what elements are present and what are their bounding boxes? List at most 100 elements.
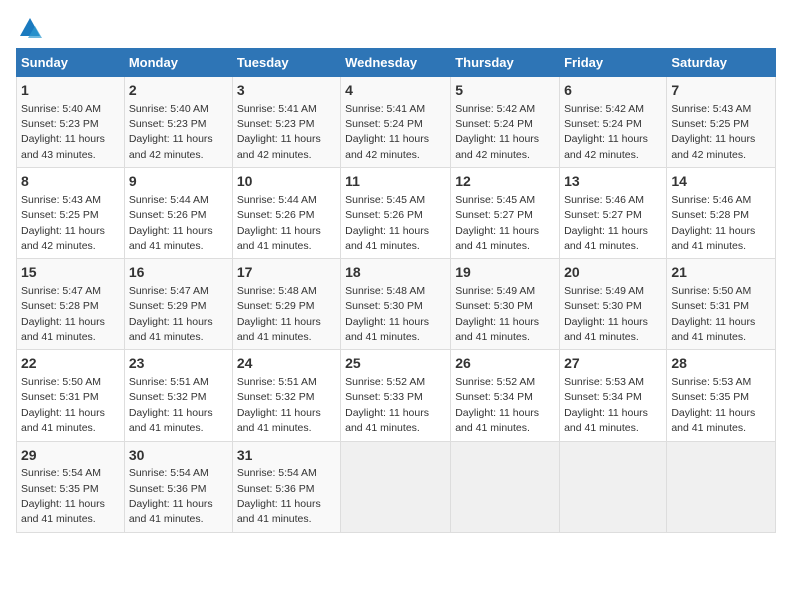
calendar-cell: 5Sunrise: 5:42 AM Sunset: 5:24 PM Daylig…: [451, 77, 560, 168]
day-number: 11: [345, 172, 446, 192]
calendar-cell: 14Sunrise: 5:46 AM Sunset: 5:28 PM Dayli…: [667, 168, 776, 259]
calendar-cell: 10Sunrise: 5:44 AM Sunset: 5:26 PM Dayli…: [232, 168, 340, 259]
day-info: Sunrise: 5:47 AM Sunset: 5:28 PM Dayligh…: [21, 285, 105, 343]
calendar-cell: 18Sunrise: 5:48 AM Sunset: 5:30 PM Dayli…: [341, 259, 451, 350]
day-info: Sunrise: 5:52 AM Sunset: 5:34 PM Dayligh…: [455, 376, 539, 434]
day-number: 6: [564, 81, 662, 101]
day-info: Sunrise: 5:54 AM Sunset: 5:35 PM Dayligh…: [21, 467, 105, 525]
day-info: Sunrise: 5:44 AM Sunset: 5:26 PM Dayligh…: [129, 194, 213, 252]
calendar-cell: 29Sunrise: 5:54 AM Sunset: 5:35 PM Dayli…: [17, 441, 125, 532]
day-number: 18: [345, 263, 446, 283]
day-number: 19: [455, 263, 555, 283]
day-info: Sunrise: 5:40 AM Sunset: 5:23 PM Dayligh…: [21, 103, 105, 161]
day-number: 8: [21, 172, 120, 192]
day-number: 25: [345, 354, 446, 374]
calendar-cell: [451, 441, 560, 532]
calendar-week-4: 22Sunrise: 5:50 AM Sunset: 5:31 PM Dayli…: [17, 350, 776, 441]
calendar-cell: 20Sunrise: 5:49 AM Sunset: 5:30 PM Dayli…: [560, 259, 667, 350]
calendar-cell: 23Sunrise: 5:51 AM Sunset: 5:32 PM Dayli…: [124, 350, 232, 441]
col-header-sunday: Sunday: [17, 49, 125, 77]
col-header-saturday: Saturday: [667, 49, 776, 77]
calendar-cell: 3Sunrise: 5:41 AM Sunset: 5:23 PM Daylig…: [232, 77, 340, 168]
day-number: 23: [129, 354, 228, 374]
col-header-monday: Monday: [124, 49, 232, 77]
day-info: Sunrise: 5:49 AM Sunset: 5:30 PM Dayligh…: [455, 285, 539, 343]
calendar-cell: 9Sunrise: 5:44 AM Sunset: 5:26 PM Daylig…: [124, 168, 232, 259]
day-info: Sunrise: 5:41 AM Sunset: 5:23 PM Dayligh…: [237, 103, 321, 161]
day-info: Sunrise: 5:42 AM Sunset: 5:24 PM Dayligh…: [564, 103, 648, 161]
header: [16, 16, 776, 40]
calendar-cell: 15Sunrise: 5:47 AM Sunset: 5:28 PM Dayli…: [17, 259, 125, 350]
day-info: Sunrise: 5:42 AM Sunset: 5:24 PM Dayligh…: [455, 103, 539, 161]
calendar-week-5: 29Sunrise: 5:54 AM Sunset: 5:35 PM Dayli…: [17, 441, 776, 532]
day-number: 13: [564, 172, 662, 192]
calendar-week-1: 1Sunrise: 5:40 AM Sunset: 5:23 PM Daylig…: [17, 77, 776, 168]
day-info: Sunrise: 5:44 AM Sunset: 5:26 PM Dayligh…: [237, 194, 321, 252]
calendar-cell: [560, 441, 667, 532]
col-header-tuesday: Tuesday: [232, 49, 340, 77]
day-info: Sunrise: 5:52 AM Sunset: 5:33 PM Dayligh…: [345, 376, 429, 434]
calendar-week-3: 15Sunrise: 5:47 AM Sunset: 5:28 PM Dayli…: [17, 259, 776, 350]
day-number: 20: [564, 263, 662, 283]
calendar-cell: 13Sunrise: 5:46 AM Sunset: 5:27 PM Dayli…: [560, 168, 667, 259]
day-info: Sunrise: 5:45 AM Sunset: 5:27 PM Dayligh…: [455, 194, 539, 252]
day-number: 29: [21, 446, 120, 466]
day-info: Sunrise: 5:54 AM Sunset: 5:36 PM Dayligh…: [129, 467, 213, 525]
day-info: Sunrise: 5:45 AM Sunset: 5:26 PM Dayligh…: [345, 194, 429, 252]
calendar-cell: [667, 441, 776, 532]
day-number: 16: [129, 263, 228, 283]
day-number: 1: [21, 81, 120, 101]
day-number: 27: [564, 354, 662, 374]
day-number: 21: [671, 263, 771, 283]
day-info: Sunrise: 5:46 AM Sunset: 5:28 PM Dayligh…: [671, 194, 755, 252]
day-info: Sunrise: 5:54 AM Sunset: 5:36 PM Dayligh…: [237, 467, 321, 525]
day-info: Sunrise: 5:51 AM Sunset: 5:32 PM Dayligh…: [129, 376, 213, 434]
calendar-table: SundayMondayTuesdayWednesdayThursdayFrid…: [16, 48, 776, 533]
calendar-cell: 2Sunrise: 5:40 AM Sunset: 5:23 PM Daylig…: [124, 77, 232, 168]
calendar-cell: 17Sunrise: 5:48 AM Sunset: 5:29 PM Dayli…: [232, 259, 340, 350]
day-number: 14: [671, 172, 771, 192]
day-info: Sunrise: 5:50 AM Sunset: 5:31 PM Dayligh…: [671, 285, 755, 343]
day-info: Sunrise: 5:43 AM Sunset: 5:25 PM Dayligh…: [671, 103, 755, 161]
day-info: Sunrise: 5:41 AM Sunset: 5:24 PM Dayligh…: [345, 103, 429, 161]
calendar-cell: 16Sunrise: 5:47 AM Sunset: 5:29 PM Dayli…: [124, 259, 232, 350]
day-info: Sunrise: 5:49 AM Sunset: 5:30 PM Dayligh…: [564, 285, 648, 343]
calendar-cell: 4Sunrise: 5:41 AM Sunset: 5:24 PM Daylig…: [341, 77, 451, 168]
day-info: Sunrise: 5:48 AM Sunset: 5:29 PM Dayligh…: [237, 285, 321, 343]
day-info: Sunrise: 5:50 AM Sunset: 5:31 PM Dayligh…: [21, 376, 105, 434]
calendar-cell: [341, 441, 451, 532]
day-number: 24: [237, 354, 336, 374]
day-info: Sunrise: 5:53 AM Sunset: 5:34 PM Dayligh…: [564, 376, 648, 434]
day-number: 4: [345, 81, 446, 101]
col-header-thursday: Thursday: [451, 49, 560, 77]
calendar-cell: 25Sunrise: 5:52 AM Sunset: 5:33 PM Dayli…: [341, 350, 451, 441]
day-info: Sunrise: 5:43 AM Sunset: 5:25 PM Dayligh…: [21, 194, 105, 252]
calendar-cell: 22Sunrise: 5:50 AM Sunset: 5:31 PM Dayli…: [17, 350, 125, 441]
calendar-cell: 26Sunrise: 5:52 AM Sunset: 5:34 PM Dayli…: [451, 350, 560, 441]
day-number: 22: [21, 354, 120, 374]
day-number: 15: [21, 263, 120, 283]
col-header-friday: Friday: [560, 49, 667, 77]
day-number: 30: [129, 446, 228, 466]
day-number: 17: [237, 263, 336, 283]
calendar-cell: 24Sunrise: 5:51 AM Sunset: 5:32 PM Dayli…: [232, 350, 340, 441]
calendar-cell: 27Sunrise: 5:53 AM Sunset: 5:34 PM Dayli…: [560, 350, 667, 441]
day-info: Sunrise: 5:46 AM Sunset: 5:27 PM Dayligh…: [564, 194, 648, 252]
day-number: 7: [671, 81, 771, 101]
day-info: Sunrise: 5:51 AM Sunset: 5:32 PM Dayligh…: [237, 376, 321, 434]
day-number: 12: [455, 172, 555, 192]
logo-text: [16, 16, 42, 40]
day-number: 3: [237, 81, 336, 101]
calendar-week-2: 8Sunrise: 5:43 AM Sunset: 5:25 PM Daylig…: [17, 168, 776, 259]
calendar-cell: 31Sunrise: 5:54 AM Sunset: 5:36 PM Dayli…: [232, 441, 340, 532]
day-number: 26: [455, 354, 555, 374]
calendar-cell: 19Sunrise: 5:49 AM Sunset: 5:30 PM Dayli…: [451, 259, 560, 350]
calendar-cell: 7Sunrise: 5:43 AM Sunset: 5:25 PM Daylig…: [667, 77, 776, 168]
day-number: 31: [237, 446, 336, 466]
logo: [16, 16, 42, 40]
day-number: 10: [237, 172, 336, 192]
day-number: 2: [129, 81, 228, 101]
calendar-cell: 12Sunrise: 5:45 AM Sunset: 5:27 PM Dayli…: [451, 168, 560, 259]
calendar-cell: 28Sunrise: 5:53 AM Sunset: 5:35 PM Dayli…: [667, 350, 776, 441]
calendar-cell: 6Sunrise: 5:42 AM Sunset: 5:24 PM Daylig…: [560, 77, 667, 168]
